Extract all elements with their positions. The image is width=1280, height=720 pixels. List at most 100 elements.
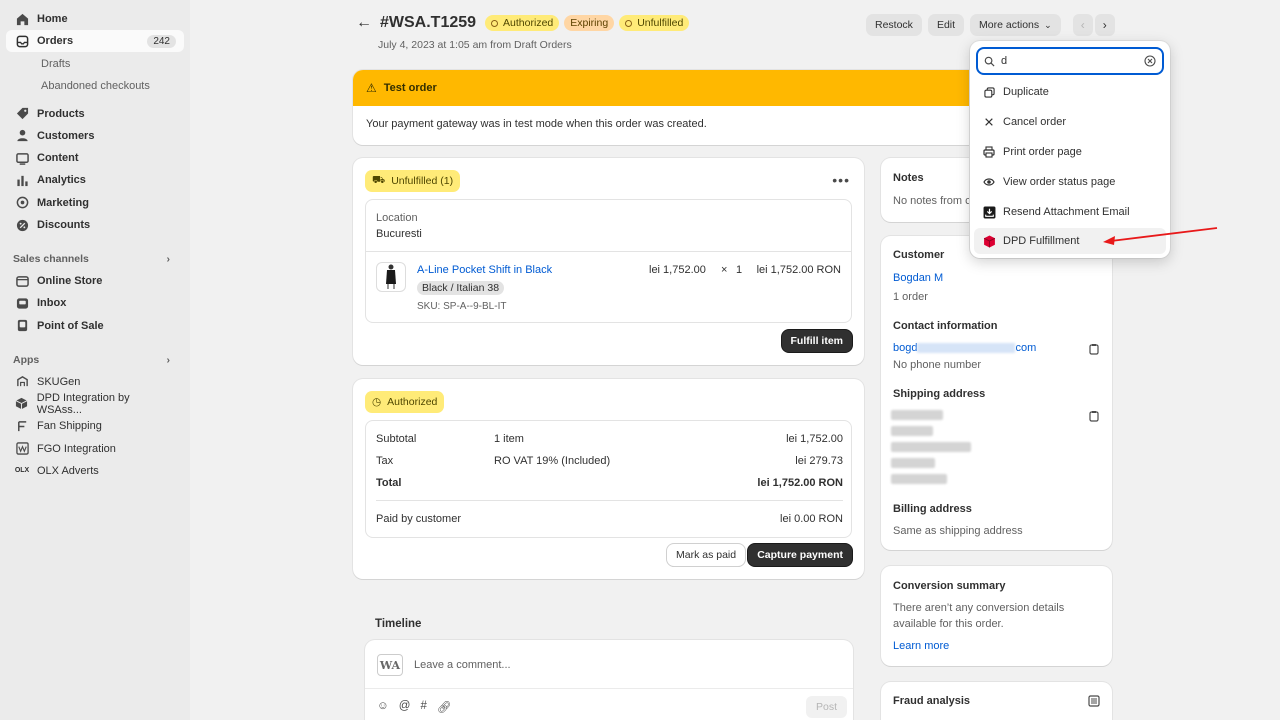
bar-chart-icon [15, 173, 29, 187]
sidebar-app-skugen[interactable]: SKUGen [6, 371, 184, 393]
row-label: Paid by customer [376, 513, 461, 525]
sidebar-item-online-store[interactable]: Online Store [6, 270, 184, 292]
billing-heading: Billing address [893, 503, 972, 515]
more-actions-label: More actions [979, 19, 1040, 31]
sidebar-item-marketing[interactable]: Marketing [6, 192, 184, 214]
row-amount: lei 1,752.00 RON [757, 477, 843, 489]
menu-item-label: View order status page [1003, 176, 1116, 188]
email-link[interactable]: bogd com [893, 342, 1036, 354]
sidebar-item-orders[interactable]: Orders 242 [6, 30, 184, 53]
menu-item-resend-attachment-email[interactable]: Resend Attachment Email [974, 199, 1166, 225]
row-label: Total [376, 477, 402, 489]
sidebar-item-discounts[interactable]: Discounts [6, 214, 184, 236]
authorized-pill: ◷ Authorized [365, 391, 445, 413]
sidebar-item-content[interactable]: Content [6, 147, 184, 169]
menu-item-cancel-order[interactable]: Cancel order [974, 109, 1166, 135]
fraud-heading: Fraud analysis [893, 695, 971, 707]
pill-label: Unfulfilled (1) [391, 175, 454, 187]
contact-heading: Contact information [893, 320, 998, 332]
sidebar-item-abandoned-checkouts[interactable]: Abandoned checkouts [6, 75, 184, 97]
comment-input[interactable]: Leave a comment... [414, 659, 511, 671]
capture-payment-button[interactable]: Capture payment [748, 544, 852, 566]
download-box-icon [982, 205, 996, 219]
copy-email-icon[interactable] [1088, 343, 1100, 355]
tag-icon [15, 107, 29, 121]
sidebar-app-fgo-integration[interactable]: FGO Integration [6, 438, 184, 460]
attachment-icon[interactable]: 🔗︎ [437, 700, 452, 714]
clear-search-icon[interactable] [1144, 55, 1156, 67]
sidebar: Home Orders 242 Drafts Abandoned checkou… [0, 0, 190, 720]
previous-order-button[interactable]: ‹ [1072, 14, 1093, 36]
menu-item-view-order-status[interactable]: View order status page [974, 169, 1166, 195]
sidebar-item-drafts[interactable]: Drafts [6, 53, 184, 75]
quantity: 1 [736, 264, 743, 276]
learn-more-link[interactable]: Learn more [893, 640, 949, 652]
redacted-address-line [891, 426, 933, 436]
restock-button[interactable]: Restock [866, 14, 922, 36]
report-icon[interactable] [1088, 695, 1100, 707]
sidebar-item-inbox[interactable]: Inbox [6, 292, 184, 314]
next-order-button[interactable]: › [1094, 14, 1115, 36]
product-link[interactable]: A-Line Pocket Shift in Black [417, 264, 552, 276]
badge-label: Expiring [570, 17, 609, 29]
menu-item-label: Duplicate [1003, 86, 1049, 98]
mention-icon[interactable]: @ [399, 700, 411, 714]
search-icon [984, 56, 995, 67]
unfulfilled-card: ⛟ Unfulfilled (1) ••• Location Bucuresti… [353, 158, 864, 365]
dpd-icon [15, 397, 29, 411]
times-sign: × [721, 264, 728, 276]
order-subtitle: July 4, 2023 at 1:05 am from Draft Order… [378, 39, 572, 51]
sidebar-item-analytics[interactable]: Analytics [6, 169, 184, 191]
edit-button[interactable]: Edit [927, 14, 965, 36]
row-detail: 1 item [494, 433, 524, 445]
redacted-address-line [891, 458, 935, 468]
customer-name-link[interactable]: Bogdan M [893, 272, 943, 284]
phone-text: No phone number [893, 359, 982, 371]
status-badge-authorized: Authorized [485, 15, 560, 31]
more-actions-button[interactable]: More actions ⌄ [970, 14, 1061, 36]
sidebar-app-fan-shipping[interactable]: Fan Shipping [6, 415, 184, 437]
row-label: Subtotal [376, 433, 417, 445]
conversion-text-2: available for this order. [893, 618, 1004, 630]
more-options-icon[interactable]: ••• [832, 172, 850, 188]
post-button[interactable]: Post [805, 696, 847, 718]
mark-as-paid-button[interactable]: Mark as paid [667, 544, 746, 566]
menu-item-print-order-page[interactable]: Print order page [974, 139, 1166, 165]
menu-item-duplicate[interactable]: Duplicate [974, 79, 1166, 105]
sidebar-app-olx-adverts[interactable]: OLX OLX Adverts [6, 460, 184, 482]
status-dot-icon [491, 19, 499, 27]
fulfillment-icon: ⛟ [372, 174, 386, 186]
sidebar-item-products[interactable]: Products [6, 103, 184, 125]
hashtag-icon[interactable]: # [420, 700, 426, 714]
apps-section[interactable]: Apps › [6, 349, 184, 371]
back-arrow-icon[interactable]: ← [356, 14, 372, 32]
sidebar-item-point-of-sale[interactable]: Point of Sale [6, 315, 184, 337]
sidebar-item-label: Online Store [37, 275, 103, 288]
sidebar-item-customers[interactable]: Customers [6, 125, 184, 147]
unit-price: lei 1,752.00 [649, 264, 706, 276]
sidebar-item-home[interactable]: Home [6, 8, 184, 30]
sales-channels-section[interactable]: Sales channels › [6, 248, 184, 270]
avatar: WA [377, 654, 403, 676]
product-thumbnail[interactable] [376, 262, 406, 292]
unfulfilled-pill: ⛟ Unfulfilled (1) [365, 170, 461, 192]
redacted-address-line [891, 474, 947, 484]
fgo-icon [15, 442, 29, 456]
inbox-icon [15, 296, 29, 310]
menu-item-label: Resend Attachment Email [1003, 206, 1130, 218]
sidebar-app-dpd-integration[interactable]: DPD Integration by WSAss... [6, 392, 184, 416]
billing-text: Same as shipping address [893, 525, 1023, 537]
warning-icon: ⚠ [366, 81, 377, 95]
action-search-input[interactable]: d [976, 47, 1164, 75]
order-pager: ‹ › [1072, 14, 1115, 36]
sidebar-item-label: Home [37, 13, 68, 25]
sidebar-item-label: Analytics [37, 174, 86, 187]
fulfill-item-button[interactable]: Fulfill item [781, 330, 852, 352]
row-label: Tax [376, 455, 394, 467]
menu-item-label: Print order page [1003, 146, 1082, 158]
conversion-text-1: There aren’t any conversion details [893, 602, 1065, 614]
emoji-icon[interactable]: ☺ [377, 700, 389, 714]
variant-badge: Black / Italian 38 [417, 281, 505, 295]
copy-address-icon[interactable] [1088, 410, 1100, 422]
chevron-right-icon: › [166, 353, 171, 366]
